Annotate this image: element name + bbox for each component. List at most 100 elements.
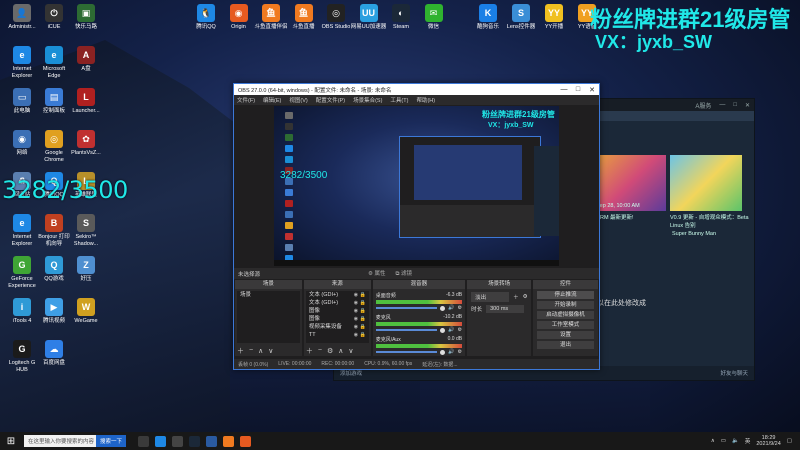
desktop-icon[interactable]: 鱼斗鱼直播伴侣: [253, 4, 289, 31]
volume-slider[interactable]: [375, 307, 438, 309]
volume-slider-handle[interactable]: [440, 327, 446, 333]
clock[interactable]: 18:29 2021/9/24: [756, 435, 780, 447]
douyu-taskbar-icon[interactable]: [223, 435, 235, 447]
volume-icon[interactable]: 🔈: [732, 438, 739, 444]
remove-source-icon[interactable]: −: [318, 347, 322, 354]
sources-list[interactable]: 文本 (GDI+) ◉ 🔒 文本 (GDI+) ◉ 🔒 图像 ◉ 🔒 图像 ◉ 🔒 视频采集设备…: [305, 291, 369, 343]
source-item[interactable]: 文本 (GDI+) ◉ 🔒: [306, 299, 369, 307]
desktop-icon[interactable]: Q QQ游戏: [36, 256, 72, 283]
speaker-icon[interactable]: 🔊: [448, 327, 454, 333]
desktop-icon[interactable]: ▣ 快乐马路: [68, 4, 104, 31]
obs-taskbar-icon[interactable]: [172, 435, 184, 447]
transition-mode-field[interactable]: 淡出 ＋ ⚙: [467, 289, 531, 302]
obs-maximize-icon[interactable]: □: [571, 86, 585, 94]
visibility-eye-icon[interactable]: ◉ 🔒: [354, 331, 366, 339]
add-scene-icon[interactable]: ＋: [237, 346, 244, 356]
desktop-icon[interactable]: W WeGame: [68, 298, 104, 325]
ime-indicator[interactable]: 英: [745, 437, 751, 445]
scenes-list[interactable]: 场景: [237, 291, 300, 343]
task-view-icon[interactable]: [138, 435, 150, 447]
remove-scene-icon[interactable]: −: [249, 347, 253, 354]
visibility-eye-icon[interactable]: ◉ 🔒: [354, 299, 366, 307]
gear-icon[interactable]: ⚙: [458, 349, 462, 355]
volume-slider-handle[interactable]: [440, 349, 446, 355]
desktop-icon[interactable]: ◐ Steam: [383, 4, 419, 31]
desktop-icon[interactable]: L Launcher...: [68, 88, 104, 115]
obs-menu-item[interactable]: 帮助(H): [416, 96, 435, 104]
desktop-icon[interactable]: UU 网易UU加速器: [351, 4, 387, 31]
visibility-eye-icon[interactable]: ◉ 🔒: [354, 315, 366, 323]
desktop-icon[interactable]: YY YY开播: [536, 4, 572, 31]
filters-button[interactable]: ⧉ 滤镜: [396, 269, 412, 278]
desktop-icon[interactable]: S Sekiro™ Shadow...: [68, 214, 104, 247]
visibility-eye-icon[interactable]: ◉ 🔒: [354, 323, 366, 331]
steam-promo-tile-2[interactable]: [670, 155, 742, 211]
desktop-icon[interactable]: A A盘: [68, 46, 104, 73]
desktop-icon[interactable]: S Lens控件器: [503, 4, 539, 31]
visibility-eye-icon[interactable]: ◉ 🔒: [354, 307, 366, 315]
gear-icon[interactable]: ⚙: [458, 327, 462, 333]
desktop-icon[interactable]: ✉ 微信: [416, 4, 452, 31]
obs-preview[interactable]: 3282/3500 粉丝牌进群21级房管 VX：jyxb_SW: [274, 106, 559, 266]
steam-friends-button[interactable]: 好友与聊天: [720, 369, 748, 377]
desktop-icon[interactable]: e Internet Explorer: [4, 46, 40, 79]
desktop-icon[interactable]: ▶ 腾讯视频: [36, 298, 72, 325]
properties-button[interactable]: ⚙ 属性: [368, 269, 385, 278]
steam-account[interactable]: A服务: [695, 101, 711, 110]
obs-menu-item[interactable]: 编辑(E): [263, 96, 281, 104]
steam-close-button[interactable]: ✕: [745, 102, 750, 109]
speaker-icon[interactable]: 🔊: [448, 349, 454, 355]
desktop-icon[interactable]: e Microsoft Edge: [36, 46, 72, 79]
source-item[interactable]: 文本 (GDI+) ◉ 🔒: [306, 291, 369, 299]
desktop-icon[interactable]: G Logitech G HUB: [4, 340, 40, 373]
obs-menu-item[interactable]: 文件(F): [237, 96, 255, 104]
source-item[interactable]: 视频采集设备 ◉ 🔒: [306, 323, 369, 331]
control-button[interactable]: 设置: [537, 331, 594, 339]
volume-slider-handle[interactable]: [440, 305, 446, 311]
network-icon[interactable]: ▭: [721, 438, 726, 444]
obs-menu-item[interactable]: 视图(V): [289, 96, 307, 104]
gear-icon[interactable]: ⚙: [458, 305, 462, 311]
notification-icon[interactable]: ▢: [787, 438, 792, 444]
add-source-icon[interactable]: ＋: [306, 346, 313, 356]
steam-minimize-button[interactable]: —: [719, 102, 725, 108]
obs-close-icon[interactable]: ✕: [585, 86, 599, 94]
obs-window[interactable]: OBS 27.0.0 (64-bit, windows) - 配置文件: 未命名…: [233, 83, 600, 370]
desktop-icon[interactable]: G GeForce Experience: [4, 256, 40, 289]
source-up-icon[interactable]: ∧: [338, 347, 343, 355]
desktop-icon[interactable]: e Internet Explorer: [4, 214, 40, 247]
transition-mode-select[interactable]: 淡出: [471, 292, 510, 302]
transition-add-icon[interactable]: ＋: [513, 293, 519, 301]
obs-minimize-icon[interactable]: —: [557, 86, 571, 94]
desktop-icon[interactable]: ▤ 控制面板: [36, 88, 72, 115]
source-down-icon[interactable]: ∨: [348, 347, 353, 355]
edge-icon[interactable]: [155, 435, 167, 447]
volume-slider[interactable]: [375, 351, 438, 353]
taskbar-search-input[interactable]: 在这里输入你要搜索的内容: [24, 435, 96, 447]
move-down-icon[interactable]: ∨: [268, 347, 273, 355]
move-up-icon[interactable]: ∧: [258, 347, 263, 355]
speaker-icon[interactable]: 🔊: [448, 305, 454, 311]
obs-menu-item[interactable]: 配置文件(P): [316, 96, 345, 104]
desktop-icon[interactable]: B Bonjour 打印机向导: [36, 214, 72, 247]
control-button[interactable]: 启动虚拟摄像机: [537, 311, 594, 319]
visibility-eye-icon[interactable]: ◉ 🔒: [354, 291, 366, 299]
app-taskbar-icon-2[interactable]: [240, 435, 252, 447]
desktop-icon[interactable]: ◎ OBS Studio: [318, 4, 354, 31]
desktop-icon[interactable]: i iTools 4: [4, 298, 40, 325]
desktop-icon[interactable]: 👤 Administr...: [4, 4, 40, 31]
desktop-icon[interactable]: 鱼斗鱼直播: [286, 4, 322, 31]
desktop-icon[interactable]: ◉ Origin: [221, 4, 257, 31]
tray-chevron-icon[interactable]: ∧: [711, 438, 715, 444]
duration-input[interactable]: 300 ms: [486, 305, 525, 313]
control-button[interactable]: 退出: [537, 341, 594, 349]
steam-add-game-button[interactable]: 添加游戏: [340, 369, 362, 377]
control-button[interactable]: 开始录制: [537, 301, 594, 309]
source-item[interactable]: 图像 ◉ 🔒: [306, 307, 369, 315]
scene-item[interactable]: 场景: [237, 291, 300, 299]
source-settings-icon[interactable]: ⚙: [327, 347, 333, 355]
desktop-icon[interactable]: Z 好压: [68, 256, 104, 283]
desktop-icon[interactable]: ⏻ iCUE: [36, 4, 72, 31]
steam-taskbar-icon[interactable]: [189, 435, 201, 447]
transition-settings-icon[interactable]: ⚙: [523, 294, 528, 300]
